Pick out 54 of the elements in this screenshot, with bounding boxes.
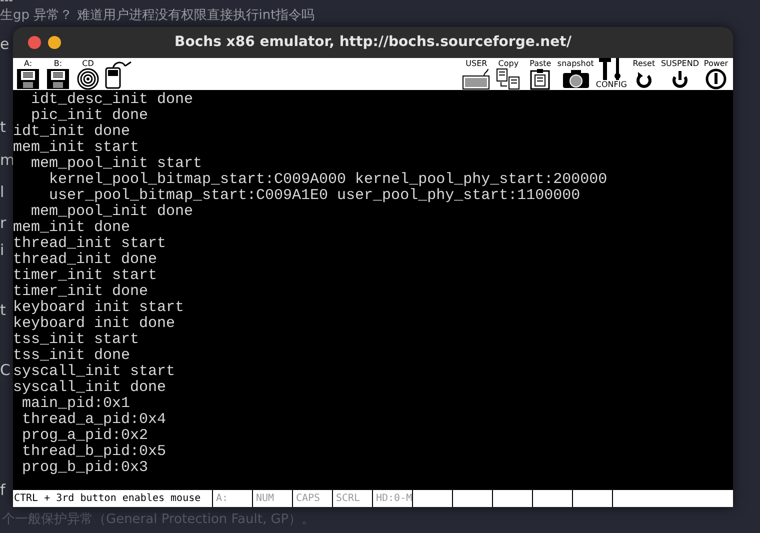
- console-line: idt_desc_init done: [30, 92, 194, 108]
- background-text: e: [0, 34, 10, 54]
- console-line: keyboard init start: [13, 300, 184, 316]
- console-line: prog_a_pid:0x2: [21, 428, 148, 444]
- background-text: t: [0, 117, 6, 137]
- console-line: keyboard init done: [13, 316, 176, 332]
- divider-line: ---: [0, 0, 13, 5]
- console-line: thread_init done: [13, 252, 158, 268]
- console-line: thread_b_pid:0x5: [21, 444, 166, 460]
- background-text: 生gp 异常？ 难道用户进程没有权限直接执行int指令吗: [0, 8, 315, 23]
- console-line: mem_init done: [13, 220, 130, 236]
- toolbar-button[interactable]: B:: [43, 58, 73, 90]
- toolbar-button[interactable]: Power: [701, 58, 731, 90]
- console-line: thread_a_pid:0x4: [21, 412, 166, 428]
- status-indicator: CAPS: [293, 490, 333, 507]
- console-line: mem_pool_init done: [30, 204, 194, 220]
- console-line: tss_init start: [13, 332, 140, 348]
- console-line: tss_init done: [13, 348, 130, 364]
- console-line: mem_pool_init start: [30, 156, 202, 172]
- toolbar-button[interactable]: SUSPEND: [660, 58, 699, 90]
- status-indicator: A:: [213, 490, 253, 507]
- console-line: mem_init start: [13, 140, 140, 156]
- toolbar-button[interactable]: snapshot: [557, 58, 594, 90]
- background-text: i: [0, 240, 4, 260]
- toolbar-button[interactable]: CD: [73, 58, 103, 90]
- toolbar-button[interactable]: CONFIG: [596, 58, 627, 90]
- console-line: syscall_init done: [13, 380, 166, 396]
- minimize-button[interactable]: [48, 36, 61, 49]
- window-title: Bochs x86 emulator, http://bochs.sourceforge.net/: [174, 33, 572, 52]
- console-line: kernel_pool_bitmap_start:C009A000 kernel_pool_phy_start:200000: [48, 172, 608, 188]
- background-text: C: [0, 360, 10, 380]
- close-button[interactable]: [28, 36, 41, 49]
- console-line: idt_init done: [13, 124, 130, 140]
- console-line: prog_b_pid:0x3: [21, 460, 148, 476]
- toolbar-button[interactable]: Copy: [493, 58, 524, 90]
- background-text: r: [0, 213, 6, 233]
- toolbar-button[interactable]: A:: [13, 58, 43, 90]
- console-line: thread_init start: [13, 236, 166, 252]
- status-indicator: NUM: [253, 490, 293, 507]
- background-text: l: [0, 182, 4, 202]
- console-line: pic_init done: [30, 108, 148, 124]
- status-message: CTRL + 3rd button enables mouse: [13, 490, 213, 507]
- toolbar-button[interactable]: Paste: [525, 58, 556, 90]
- console-line: timer_init start: [13, 268, 158, 284]
- console-line: syscall_init start: [13, 364, 176, 380]
- toolbar-button[interactable]: Reset: [628, 58, 659, 90]
- status-indicator: SCRL: [333, 490, 373, 507]
- console-line: user_pool_bitmap_start:C009A1E0 user_pool_phy_start:1100000: [48, 188, 580, 204]
- console-line: timer_init done: [13, 284, 148, 300]
- status-indicator: HD:0-M: [373, 490, 413, 507]
- toolbar-button[interactable]: USER: [461, 58, 492, 90]
- background-text: f: [0, 480, 6, 500]
- background-text: t: [0, 300, 6, 320]
- console-line: main_pid:0x1: [21, 396, 130, 412]
